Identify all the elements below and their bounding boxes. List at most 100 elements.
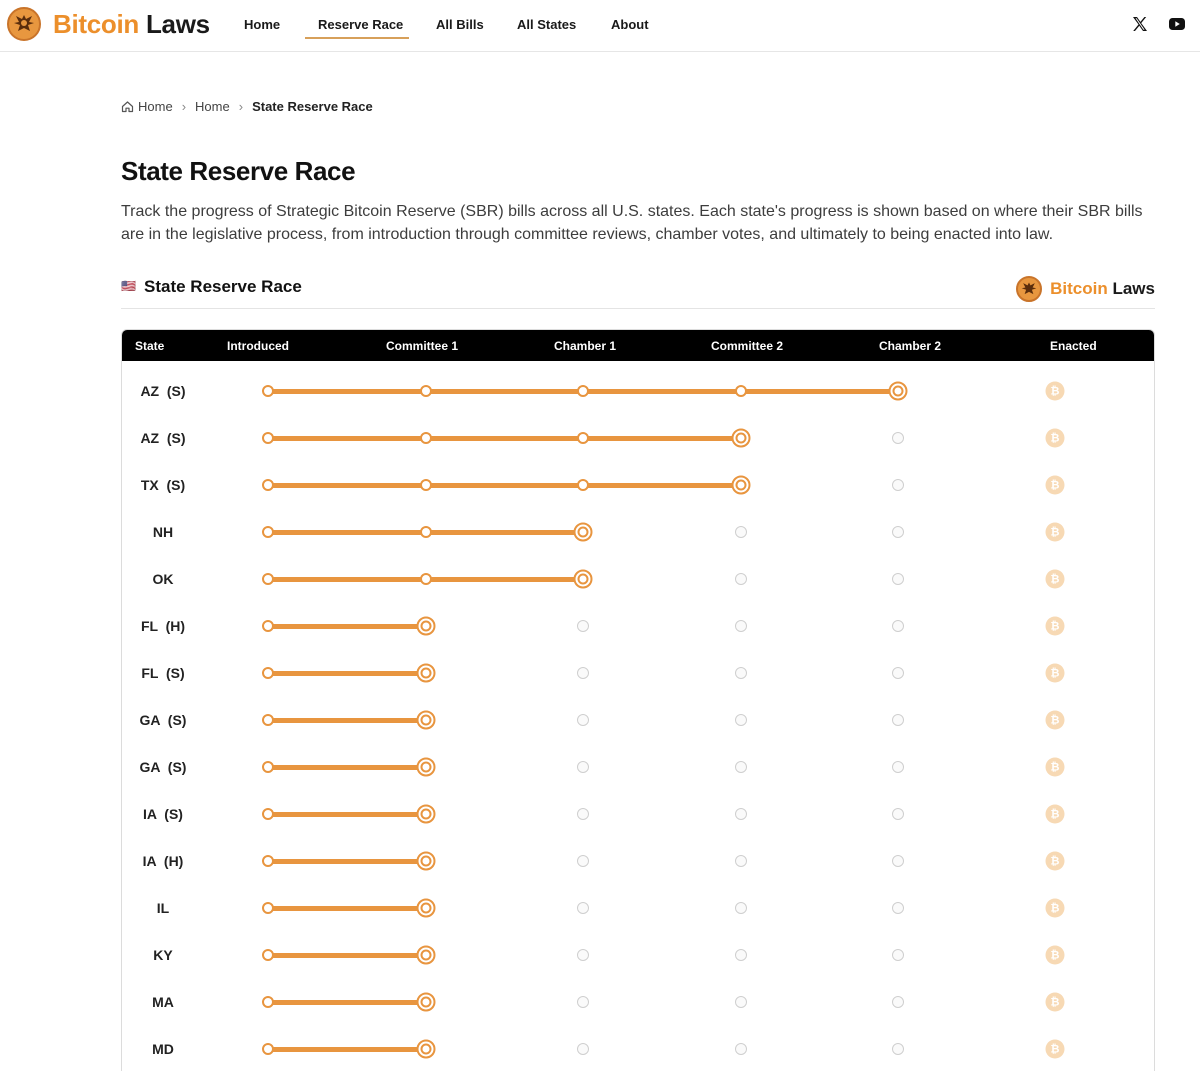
bitcoin-icon: ₿ xyxy=(1045,428,1065,448)
nav-all-states[interactable]: All States xyxy=(517,17,576,32)
stage-node-pending xyxy=(892,808,904,820)
stage-node-current xyxy=(416,898,436,918)
stage-node-pending xyxy=(577,902,589,914)
us-flag-icon: 🇺🇸 xyxy=(121,279,136,293)
top-navigation-bar: Bitcoin Laws Home Reserve Race All Bills… xyxy=(0,0,1200,52)
progress-track xyxy=(268,482,741,488)
row-state-label[interactable]: AZ (S) xyxy=(140,383,185,399)
bitcoin-icon: ₿ xyxy=(1045,522,1065,542)
stage-node-done xyxy=(420,385,432,397)
stage-node-pending xyxy=(892,620,904,632)
stage-node-current xyxy=(416,710,436,730)
bitcoin-icon: ₿ xyxy=(1045,663,1065,683)
progress-track xyxy=(268,764,426,770)
stage-node-current xyxy=(573,522,593,542)
breadcrumb-current: State Reserve Race xyxy=(252,99,373,114)
row-state-label[interactable]: NH xyxy=(153,524,173,540)
stage-node-done xyxy=(262,526,274,538)
nav-all-bills[interactable]: All Bills xyxy=(436,17,484,32)
progress-track xyxy=(268,858,426,864)
row-state-label[interactable]: GA (S) xyxy=(140,712,187,728)
stage-node-pending xyxy=(577,808,589,820)
site-logo-wordmark[interactable]: Bitcoin Laws xyxy=(53,9,210,40)
stage-node-done xyxy=(262,761,274,773)
stage-node-pending xyxy=(892,761,904,773)
bitcoin-icon: ₿ xyxy=(1045,1039,1065,1059)
row-state-label[interactable]: FL (H) xyxy=(141,618,185,634)
stage-node-done xyxy=(262,573,274,585)
home-icon[interactable] xyxy=(121,100,134,113)
breadcrumb-home-1[interactable]: Home xyxy=(138,99,173,114)
stage-node-pending xyxy=(735,902,747,914)
row-state-label[interactable]: KY xyxy=(153,947,172,963)
stage-node-done xyxy=(420,432,432,444)
progress-track xyxy=(268,999,426,1005)
stage-node-done xyxy=(262,949,274,961)
row-state-label[interactable]: IA (H) xyxy=(143,853,184,869)
stage-node-pending xyxy=(892,855,904,867)
stage-node-done xyxy=(577,385,589,397)
stage-node-done xyxy=(262,996,274,1008)
stage-node-done xyxy=(262,479,274,491)
stage-node-pending xyxy=(577,996,589,1008)
stage-node-current xyxy=(731,475,751,495)
youtube-icon[interactable] xyxy=(1169,17,1185,36)
stage-node-current xyxy=(416,804,436,824)
eagle-seal-logo-icon[interactable] xyxy=(7,7,41,41)
stage-node-pending xyxy=(735,573,747,585)
stage-node-pending xyxy=(892,573,904,585)
row-state-label[interactable]: GA (S) xyxy=(140,759,187,775)
stage-node-done xyxy=(577,479,589,491)
progress-track xyxy=(268,952,426,958)
bitcoin-icon: ₿ xyxy=(1045,804,1065,824)
nav-home[interactable]: Home xyxy=(244,17,280,32)
x-icon[interactable] xyxy=(1131,15,1149,38)
bitcoin-icon: ₿ xyxy=(1045,992,1065,1012)
table-body: AZ (S) ₿ AZ (S) ₿ TX (S) ₿ NH ₿ OK ₿ FL (H) ₿ FL (S)… xyxy=(122,330,1154,1071)
row-state-label[interactable]: IA (S) xyxy=(143,806,183,822)
logo-word-laws: Laws xyxy=(145,9,210,39)
breadcrumb-home-2[interactable]: Home xyxy=(195,99,230,114)
bitcoin-icon: ₿ xyxy=(1045,898,1065,918)
stage-node-pending xyxy=(892,996,904,1008)
chevron-right-icon: › xyxy=(238,99,244,114)
stage-node-current xyxy=(416,992,436,1012)
stage-node-pending xyxy=(892,667,904,679)
bitcoin-icon: ₿ xyxy=(1045,569,1065,589)
progress-track xyxy=(268,670,426,676)
row-state-label[interactable]: TX (S) xyxy=(141,477,185,493)
row-state-label[interactable]: OK xyxy=(153,571,174,587)
row-state-label[interactable]: AZ (S) xyxy=(140,430,185,446)
stage-node-pending xyxy=(735,620,747,632)
row-state-label[interactable]: FL (S) xyxy=(141,665,184,681)
stage-node-pending xyxy=(577,714,589,726)
progress-track xyxy=(268,1046,426,1052)
nav-about[interactable]: About xyxy=(611,17,649,32)
stage-node-pending xyxy=(735,1043,747,1055)
nav-reserve-race[interactable]: Reserve Race xyxy=(318,17,403,32)
bitcoin-icon: ₿ xyxy=(1045,945,1065,965)
section-brand: Bitcoin Laws xyxy=(1016,276,1155,302)
stage-node-pending xyxy=(892,526,904,538)
stage-node-done xyxy=(420,526,432,538)
stage-node-current xyxy=(416,616,436,636)
row-state-label[interactable]: MD xyxy=(152,1041,174,1057)
brand-word-laws: Laws xyxy=(1112,279,1155,298)
stage-node-current xyxy=(416,663,436,683)
logo-word-bitcoin: Bitcoin xyxy=(53,9,140,39)
stage-node-done xyxy=(420,479,432,491)
row-state-label[interactable]: IL xyxy=(157,900,169,916)
stage-node-pending xyxy=(577,620,589,632)
stage-node-pending xyxy=(577,667,589,679)
stage-node-current xyxy=(416,1039,436,1059)
stage-node-done xyxy=(262,385,274,397)
stage-node-current xyxy=(416,851,436,871)
row-state-label[interactable]: MA xyxy=(152,994,174,1010)
stage-node-pending xyxy=(735,761,747,773)
stage-node-done xyxy=(262,808,274,820)
progress-track xyxy=(268,717,426,723)
bitcoin-icon: ₿ xyxy=(1045,616,1065,636)
stage-node-current xyxy=(888,381,908,401)
stage-node-pending xyxy=(892,1043,904,1055)
progress-track xyxy=(268,435,741,441)
